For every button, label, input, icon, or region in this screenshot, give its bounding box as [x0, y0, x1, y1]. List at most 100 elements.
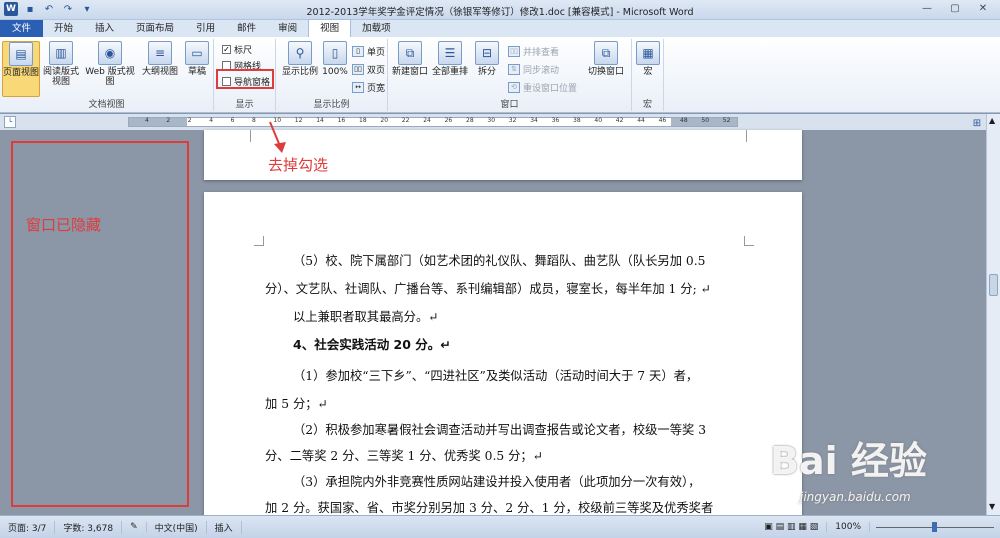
group-label-show: 显示 — [235, 100, 254, 110]
scroll-down-icon[interactable]: ▼ — [989, 502, 995, 511]
restore-button[interactable]: ▢ — [942, 1, 968, 17]
arrange-all-button[interactable]: ☰ 全部重排 — [430, 41, 470, 77]
print-layout-button[interactable]: ▤ 页面视图 — [2, 41, 40, 97]
ruler-tick-label: 32 — [508, 117, 517, 124]
minimize-button[interactable]: — — [914, 1, 940, 17]
window-title: 2012-2013学年奖学金评定情况（徐银军等修订）修改1.doc [兼容模式]… — [306, 7, 694, 18]
switch-window-icon: ⧉ — [594, 41, 618, 65]
split-button[interactable]: ⊟ 拆分 — [472, 41, 502, 77]
tab-view[interactable]: 视图 — [308, 19, 352, 37]
insert-mode[interactable]: 插入 — [207, 520, 242, 534]
ruler-bar[interactable]: 4 2 2 4 6 8 10 12 14 16 18 20 22 24 26 28 30 32 34 36 38 40 42… — [128, 117, 738, 127]
draft-button[interactable]: ▭ 草稿 — [182, 41, 212, 77]
tab-selector-icon[interactable]: └ — [4, 116, 16, 128]
one-page-icon: ▯ — [352, 46, 364, 57]
doc-line[interactable]: （3）承担院内外非竞赛性质网站建设并投入使用者（此项加分一次有效）， — [293, 474, 700, 490]
ruler-tick-label: 34 — [530, 117, 538, 124]
reset-window-icon: ⟲ — [508, 82, 520, 93]
ruler-check-box[interactable]: ✓ — [222, 45, 231, 54]
doc-line[interactable]: 加 5 分；↵ — [265, 396, 328, 412]
vertical-scrollbar[interactable]: ▲ ▼ — [986, 114, 1000, 515]
ruler-tick-label: 30 — [487, 117, 496, 124]
group-label-zoom: 显示比例 — [313, 100, 350, 110]
zoom-100-button[interactable]: ▯ 100% — [320, 41, 350, 77]
new-window-icon: ⧉ — [398, 41, 422, 65]
ruler-ticks: 4 2 2 4 6 8 10 12 14 16 18 20 22 24 26 28 30 32 34 36 38 40 42… — [129, 117, 737, 126]
doc-line[interactable]: （1）参加校“三下乡”、“四进社区”及类似活动（活动时间大于 7 天）者， — [293, 368, 698, 384]
view-buttons-icon[interactable]: ▣ ▤ ▥ ▦ ▧ — [756, 522, 828, 532]
ruler-tick-label: 2 — [187, 117, 192, 124]
page-corner-mark — [250, 130, 251, 142]
horizontal-ruler[interactable]: └ 4 2 2 4 6 8 10 12 14 16 18 20 22 24 26 28 30 32 34 36 38 40… — [0, 114, 1000, 130]
doc-line[interactable]: （2）积极参加寒暑假社会调查活动并写出调查报告或论文者，校级一等奖 3 — [293, 422, 706, 438]
zoom-button[interactable]: ⚲ 显示比例 — [280, 41, 320, 77]
ruler-tick-label: 44 — [637, 117, 645, 124]
tab-review[interactable]: 审阅 — [267, 20, 308, 37]
doc-line[interactable]: 以上兼职者取其最高分。↵ — [293, 309, 439, 325]
hidden-pane-highlight — [11, 141, 189, 507]
ruler-toggle-icon[interactable]: ⊞ — [970, 116, 984, 130]
tab-page-layout[interactable]: 页面布局 — [125, 20, 185, 37]
group-label-window: 窗口 — [500, 100, 519, 110]
zoom-slider[interactable] — [870, 522, 1000, 532]
book-icon: ▥ — [49, 41, 73, 65]
ruler-tick-label: 6 — [230, 117, 235, 124]
side-by-side-button[interactable]: ▯▯ 并排查看 — [508, 45, 559, 58]
doc-heading[interactable]: 4、社会实践活动 20 分。↵ — [293, 337, 451, 353]
ruler-checkbox[interactable]: ✓ 标尺 — [222, 43, 252, 56]
switch-window-button[interactable]: ⧉ 切换窗口 — [584, 41, 628, 77]
group-label-doc-views: 文档视图 — [88, 100, 125, 110]
status-bar: 页面: 3/7 字数: 3,678 ✎ 中文(中国) 插入 ▣ ▤ ▥ ▦ ▧ … — [0, 515, 1000, 538]
tab-addins[interactable]: 加载项 — [351, 20, 402, 37]
title-bar: W ▪ ↶ ↷ ▾ 2012-2013学年奖学金评定情况（徐银军等修订）修改1.… — [0, 0, 1000, 20]
ruler-tick-label: 4 — [145, 117, 149, 124]
web-layout-button[interactable]: ◉ Web 版式视图 — [82, 41, 138, 87]
two-pages-icon: ▯▯ — [352, 64, 364, 75]
new-window-button[interactable]: ⧉ 新建窗口 — [392, 41, 428, 77]
doc-line[interactable]: 加 2 分。获国家、省、市奖分别另加 3 分、2 分、1 分，校级前三等奖及优秀… — [265, 500, 713, 516]
tab-references[interactable]: 引用 — [185, 20, 226, 37]
tab-home[interactable]: 开始 — [43, 20, 84, 37]
ruler-tick-label: 12 — [294, 117, 303, 124]
outline-button[interactable]: ≡ 大纲视图 — [140, 41, 180, 77]
group-window: ⧉ 新建窗口 ☰ 全部重排 ⊟ 拆分 ▯▯ 并排查看 ⇅ 同步滚动 ⟲ 重设窗口位置 … — [388, 39, 632, 111]
page-width-icon: ↔ — [352, 82, 364, 93]
scroll-thumb[interactable] — [989, 274, 998, 296]
group-zoom: ⚲ 显示比例 ▯ 100% ▯ 单页 ▯▯ 双页 ↔ 页宽 显示比例 — [276, 39, 388, 111]
language[interactable]: 中文(中国) — [147, 520, 207, 534]
reset-window-button[interactable]: ⟲ 重设窗口位置 — [508, 81, 577, 94]
zoom-slider-thumb[interactable] — [932, 522, 937, 532]
reading-layout-button[interactable]: ▥ 阅读版式 视图 — [42, 41, 80, 87]
watermark-url: jingyan.baidu.com — [800, 490, 911, 504]
one-page-button[interactable]: ▯ 单页 — [352, 45, 385, 58]
ribbon: ▤ 页面视图 ▥ 阅读版式 视图 ◉ Web 版式视图 ≡ 大纲视图 ▭ 草稿 … — [0, 37, 1000, 113]
doc-line[interactable]: 分）、文艺队、社调队、广播台等、系刊编辑部）成员，寝室长，每半年加 1 分; ↵ — [265, 281, 711, 297]
ruler-tick-label: 4 — [209, 117, 214, 124]
spellcheck-icon[interactable]: ✎ — [122, 522, 147, 532]
page-count[interactable]: 页面: 3/7 — [0, 520, 56, 534]
page-icon: ▤ — [9, 42, 33, 66]
hidden-pane-note: 窗口已隐藏 — [26, 216, 102, 234]
word-count[interactable]: 字数: 3,678 — [55, 520, 123, 534]
group-label-macros: 宏 — [642, 100, 652, 110]
doc-line[interactable]: （5）校、院下属部门（如艺术团的礼仪队、舞蹈队、曲艺队（队长另加 0.5 — [293, 253, 706, 269]
page-width-button[interactable]: ↔ 页宽 — [352, 81, 385, 94]
ruler-tick-label: 24 — [423, 117, 431, 124]
close-button[interactable]: ✕ — [970, 1, 996, 17]
macros-button[interactable]: ▦ 宏 — [634, 41, 662, 77]
page-current[interactable] — [204, 192, 802, 522]
tab-insert[interactable]: 插入 — [84, 20, 125, 37]
ruler-tick-label: 50 — [701, 117, 710, 124]
ruler-tick-label: 8 — [252, 117, 256, 124]
scroll-up-icon[interactable]: ▲ — [989, 116, 995, 125]
tab-mailings[interactable]: 邮件 — [226, 20, 267, 37]
ruler-tick-label: 48 — [680, 117, 688, 124]
doc-line[interactable]: 分、二等奖 2 分、三等奖 1 分、优秀奖 0.5 分；↵ — [265, 448, 543, 464]
annotation-arrow — [269, 121, 286, 153]
tab-file[interactable]: 文件 — [0, 20, 44, 37]
ruler-tick-label: 42 — [615, 117, 624, 124]
zoom-level[interactable]: 100% — [827, 522, 870, 532]
sync-scroll-button[interactable]: ⇅ 同步滚动 — [508, 63, 559, 76]
nav-pane-highlight-box — [216, 69, 274, 89]
two-pages-button[interactable]: ▯▯ 双页 — [352, 63, 385, 76]
